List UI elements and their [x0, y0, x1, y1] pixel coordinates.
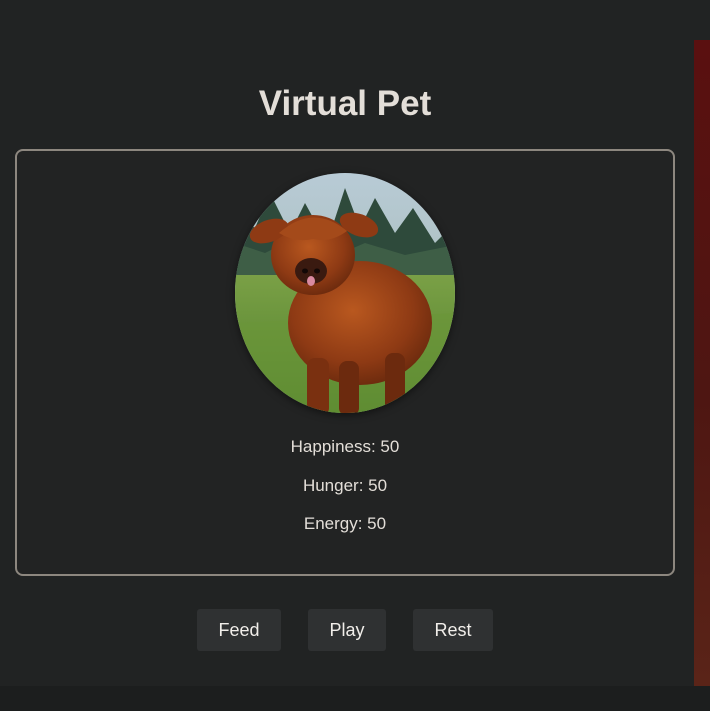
page-title: Virtual Pet	[258, 84, 432, 123]
hunger-stat: Hunger: 50	[302, 476, 388, 495]
rest-button[interactable]: Rest	[413, 609, 493, 651]
app-page: Virtual Pet Happiness: 50 Hunger: 50 Ene…	[0, 0, 710, 711]
play-button[interactable]: Play	[308, 609, 386, 651]
happiness-stat: Happiness: 50	[290, 437, 400, 456]
right-edge-strip	[694, 40, 710, 686]
energy-stat: Energy: 50	[303, 514, 387, 533]
feed-button[interactable]: Feed	[197, 609, 281, 651]
bottom-band	[0, 686, 710, 711]
pet-image-illustration	[235, 173, 455, 413]
pet-image	[235, 173, 455, 413]
pet-card: Happiness: 50 Hunger: 50 Energy: 50	[15, 149, 675, 576]
